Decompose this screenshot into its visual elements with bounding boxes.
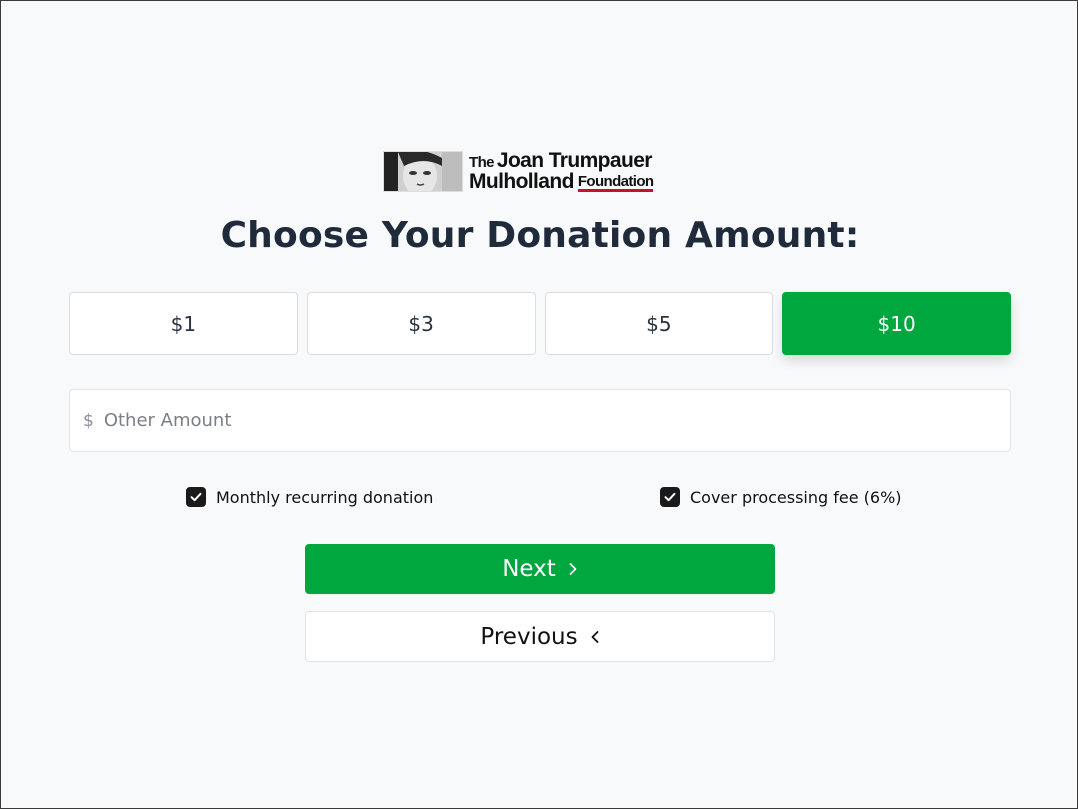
- logo-name-line1: Joan Trumpauer: [496, 149, 653, 172]
- other-amount-field: $: [69, 389, 1011, 452]
- amount-button-5[interactable]: $5: [544, 292, 774, 355]
- processing-fee-checkbox[interactable]: Cover processing fee (6%): [660, 487, 902, 507]
- amount-button-1[interactable]: $1: [69, 292, 298, 355]
- logo-the: The: [469, 154, 494, 171]
- chevron-right-icon: [568, 561, 578, 577]
- previous-button-label: Previous: [480, 623, 578, 650]
- next-button[interactable]: Next: [305, 544, 775, 594]
- page-title: Choose Your Donation Amount:: [220, 215, 860, 256]
- amount-button-3[interactable]: $3: [306, 292, 536, 355]
- dollar-sign-icon: $: [83, 410, 94, 431]
- foundation-logo: The Joan Trumpauer Mulholland Foundation: [383, 149, 699, 193]
- logo-wordmark: The Joan Trumpauer Mulholland Foundation: [469, 149, 654, 193]
- processing-fee-label: Cover processing fee (6%): [690, 487, 902, 507]
- logo-foundation: Foundation: [577, 173, 654, 192]
- monthly-recurring-label: Monthly recurring donation: [216, 487, 434, 507]
- chevron-left-icon: [590, 629, 600, 645]
- checkmark-icon: [660, 487, 680, 507]
- logo-name-line2: Mulholland: [469, 170, 574, 193]
- other-amount-input[interactable]: [103, 410, 984, 431]
- next-button-label: Next: [502, 556, 556, 582]
- amount-options: $1 $3 $5 $10: [69, 292, 1011, 355]
- monthly-recurring-checkbox[interactable]: Monthly recurring donation: [186, 487, 433, 507]
- amount-button-10[interactable]: $10: [782, 292, 1011, 355]
- portrait-image: [383, 150, 463, 192]
- checkmark-icon: [186, 487, 206, 507]
- previous-button[interactable]: Previous: [305, 611, 775, 662]
- page-frame: The Joan Trumpauer Mulholland Foundation C…: [0, 0, 1078, 809]
